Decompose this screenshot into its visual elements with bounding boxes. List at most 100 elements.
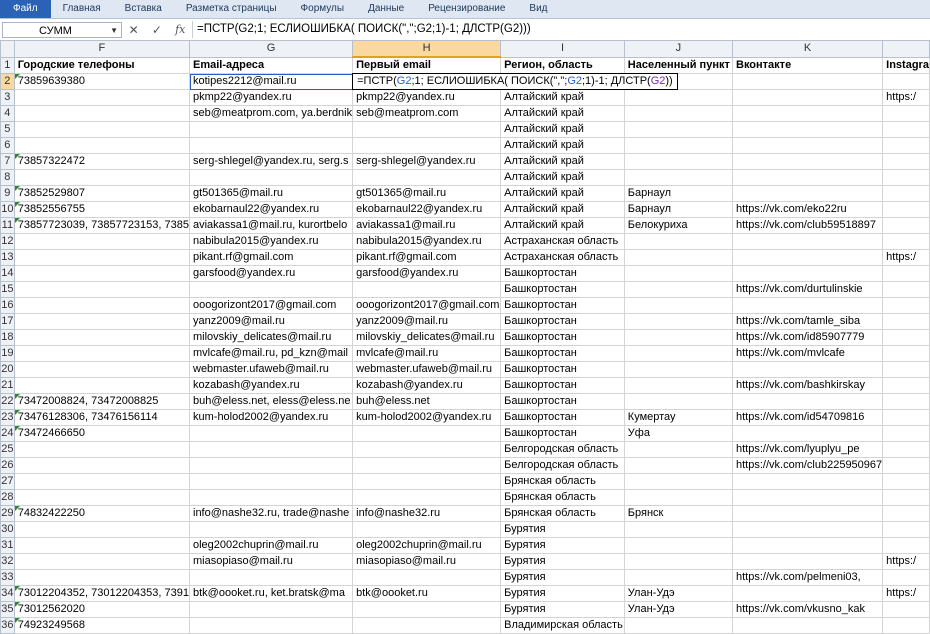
chevron-down-icon[interactable]: ▼ xyxy=(110,23,118,39)
cell[interactable] xyxy=(623,521,734,538)
cell[interactable] xyxy=(623,89,734,106)
cell[interactable]: Барнаул xyxy=(623,201,734,218)
cell[interactable] xyxy=(731,185,884,202)
tab-page-layout[interactable]: Разметка страницы xyxy=(174,0,289,18)
cell[interactable]: aviakassa1@mail.ru, kurortbelo xyxy=(188,217,354,234)
cell[interactable]: serg-shlegel@yandex.ru, serg.s xyxy=(188,153,354,170)
row-header[interactable]: 34 xyxy=(0,585,15,602)
row-header[interactable]: 32 xyxy=(0,553,15,570)
row-header[interactable]: 22 xyxy=(0,393,15,410)
cell[interactable] xyxy=(731,505,884,522)
cell[interactable] xyxy=(13,553,191,570)
row-header[interactable]: 9 xyxy=(0,185,15,202)
column-header-f[interactable]: F xyxy=(13,40,191,58)
cell[interactable]: Уфа xyxy=(623,425,734,442)
row-header[interactable]: 12 xyxy=(0,233,15,250)
cell[interactable] xyxy=(882,425,930,442)
cell[interactable] xyxy=(731,553,884,570)
active-cell[interactable]: =ПСТР(G2;1; ЕСЛИОШИБКА( ПОИСК(",";G2;1)-… xyxy=(352,73,678,90)
cell[interactable]: Бурятия xyxy=(500,585,625,602)
cell[interactable]: Алтайский край xyxy=(500,169,625,186)
cell[interactable] xyxy=(623,329,734,346)
cell[interactable] xyxy=(882,537,930,554)
header-cell[interactable]: Email-адреса xyxy=(188,56,354,74)
cell[interactable]: https://vk.com/eko22ru xyxy=(731,201,884,218)
cell[interactable] xyxy=(13,473,191,490)
cell[interactable]: Барнаул xyxy=(623,185,734,202)
cell[interactable] xyxy=(623,169,734,186)
cell[interactable]: miasopiaso@mail.ru xyxy=(352,553,502,570)
cell[interactable]: Брянская область xyxy=(500,473,625,490)
cell[interactable] xyxy=(352,425,502,442)
cell[interactable]: seb@meatprom.com xyxy=(352,105,502,122)
cell[interactable]: garsfood@yandex.ru xyxy=(188,265,354,282)
cell[interactable]: 73012204352, 73012204353, 7391 xyxy=(13,585,191,602)
row-header[interactable]: 15 xyxy=(0,281,15,298)
cell[interactable]: Башкортостан xyxy=(500,265,625,282)
cell[interactable] xyxy=(188,457,354,474)
column-header-j[interactable]: J xyxy=(623,40,734,58)
cell[interactable] xyxy=(352,569,502,586)
cell[interactable] xyxy=(352,121,502,138)
cell[interactable]: mvlcafe@mail.ru, pd_kzn@mail xyxy=(188,345,354,362)
cell[interactable]: gt501365@mail.ru xyxy=(352,185,502,202)
cell[interactable] xyxy=(188,121,354,138)
cell[interactable] xyxy=(882,345,930,362)
cell[interactable] xyxy=(188,425,354,442)
tab-formulas[interactable]: Формулы xyxy=(289,0,357,18)
cell[interactable]: Астраханская область xyxy=(500,233,625,250)
cell[interactable] xyxy=(188,489,354,506)
row-header[interactable]: 4 xyxy=(0,105,15,122)
cell[interactable] xyxy=(731,169,884,186)
row-header[interactable]: 31 xyxy=(0,537,15,554)
row-header[interactable]: 13 xyxy=(0,249,15,266)
cell[interactable] xyxy=(882,441,930,458)
cell[interactable] xyxy=(13,345,191,362)
cell[interactable] xyxy=(731,297,884,314)
cell[interactable]: nabibula2015@yandex.ru xyxy=(352,233,502,250)
cell[interactable] xyxy=(188,169,354,186)
cell[interactable] xyxy=(623,393,734,410)
cell[interactable] xyxy=(731,249,884,266)
cell[interactable]: oleg2002chuprin@mail.ru xyxy=(188,537,354,554)
cell[interactable]: webmaster.ufaweb@mail.ru xyxy=(188,361,354,378)
cell[interactable]: ooogorizont2017@gmail.com xyxy=(188,297,354,314)
cell[interactable]: https://vk.com/club59518897 xyxy=(731,217,884,234)
cell[interactable] xyxy=(13,169,191,186)
cell[interactable] xyxy=(352,489,502,506)
cell[interactable] xyxy=(623,377,734,394)
cell[interactable]: https://vk.com/id54709816 xyxy=(731,409,884,426)
cell[interactable]: Алтайский край xyxy=(500,185,625,202)
cell[interactable]: https://vk.com/id85907779 xyxy=(731,329,884,346)
row-header[interactable]: 23 xyxy=(0,409,15,426)
cell[interactable]: garsfood@yandex.ru xyxy=(352,265,502,282)
cell[interactable] xyxy=(731,73,884,90)
cell[interactable]: Алтайский край xyxy=(500,217,625,234)
cell[interactable]: 73859639380 xyxy=(13,73,191,90)
cell[interactable] xyxy=(731,537,884,554)
cell[interactable]: https://vk.com/bashkirskay xyxy=(731,377,884,394)
cell[interactable] xyxy=(13,377,191,394)
cell[interactable] xyxy=(352,473,502,490)
row-header[interactable]: 28 xyxy=(0,489,15,506)
cell[interactable]: Башкортостан xyxy=(500,345,625,362)
cell[interactable]: Башкортостан xyxy=(500,313,625,330)
formula-input[interactable]: =ПСТР(G2;1; ЕСЛИОШИБКА( ПОИСК(",";G2;1)-… xyxy=(192,21,930,38)
cell[interactable] xyxy=(13,329,191,346)
cell[interactable]: serg-shlegel@yandex.ru xyxy=(352,153,502,170)
cell[interactable]: Алтайский край xyxy=(500,153,625,170)
cell[interactable] xyxy=(623,297,734,314)
cell[interactable]: 74832422250 xyxy=(13,505,191,522)
cell[interactable] xyxy=(13,457,191,474)
cell[interactable] xyxy=(882,297,930,314)
cell[interactable]: Улан-Удэ xyxy=(623,585,734,602)
cell[interactable] xyxy=(731,473,884,490)
cell[interactable]: milovskiy_delicates@mail.ru xyxy=(352,329,502,346)
cell[interactable]: Брянск xyxy=(623,505,734,522)
cell[interactable] xyxy=(882,185,930,202)
cell[interactable] xyxy=(882,361,930,378)
cell[interactable] xyxy=(623,249,734,266)
cell[interactable]: Брянская область xyxy=(500,505,625,522)
cell[interactable] xyxy=(882,313,930,330)
cell[interactable] xyxy=(352,521,502,538)
